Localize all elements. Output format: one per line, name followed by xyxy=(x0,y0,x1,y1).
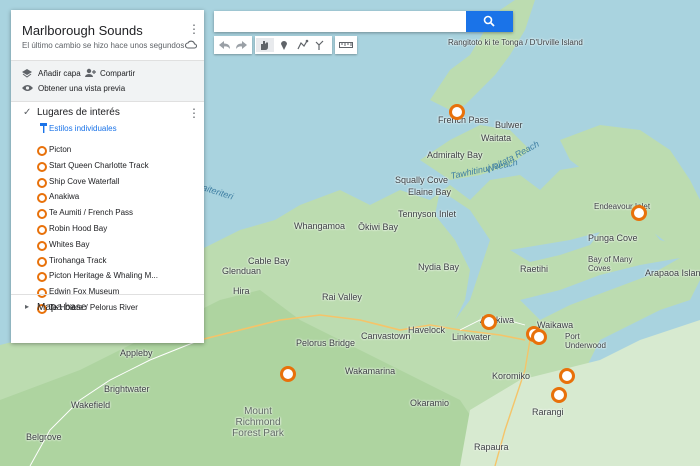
cloud-saved-icon xyxy=(185,40,197,49)
map-label-canvastown: Canvastown xyxy=(361,331,411,341)
basemap-toggle[interactable]: Mapa base xyxy=(37,302,86,313)
map-label-hira: Hira xyxy=(233,286,250,296)
basemap-expand-icon[interactable]: ▸ xyxy=(25,302,29,311)
map-label-arapaoa-island: Arapaoa Island xyxy=(645,268,700,278)
map-label-havelock: Havelock xyxy=(408,325,446,335)
place-list-item[interactable]: Ship Cove Waterfall xyxy=(49,177,119,186)
redo-icon[interactable] xyxy=(236,41,247,49)
add-person-icon xyxy=(85,68,96,77)
place-marker-icon xyxy=(37,193,47,204)
map-label-rapaura: Rapaura xyxy=(474,442,509,452)
marker-ship-cove[interactable] xyxy=(631,205,647,221)
map-label-belgrove: Belgrove xyxy=(26,432,62,442)
map-toolbar xyxy=(214,36,357,54)
map-label-punga-cove: Punga Cove xyxy=(588,233,638,243)
place-marker-icon xyxy=(37,161,47,172)
map-label-port-underwood: Port Underwood xyxy=(565,332,606,350)
place-marker-icon xyxy=(37,209,47,220)
marker-pelorus-river[interactable] xyxy=(280,366,296,382)
map-label-linkwater: Linkwater xyxy=(452,332,491,342)
divider xyxy=(11,294,204,295)
place-marker-icon xyxy=(37,146,47,156)
map-label-wakamarina: Wakamarina xyxy=(345,366,396,376)
preview-button[interactable]: Obtener una vista previa xyxy=(38,84,125,93)
map-label-rai-valley: Rai Valley xyxy=(322,292,362,302)
place-list-item[interactable]: Te Aumiti / French Pass xyxy=(49,208,133,217)
place-marker-icon xyxy=(37,225,47,235)
marker-french-pass[interactable] xyxy=(449,104,465,120)
map-label-durville: Rangitoto ki te Tonga / D'Urville Island xyxy=(448,38,583,47)
last-change-status: El último cambio se hizo hace unos segun… xyxy=(22,41,185,50)
marker-rarangi[interactable] xyxy=(551,387,567,403)
share-button[interactable]: Compartir xyxy=(100,69,135,78)
search-button[interactable] xyxy=(466,11,513,32)
layer-options-kebab-icon[interactable]: ⋮ xyxy=(188,107,200,119)
map-label-koromiko: Koromiko xyxy=(492,371,531,381)
undo-redo-group xyxy=(214,36,252,54)
place-list-item[interactable]: Anakiwa xyxy=(49,192,79,201)
layer-checkbox[interactable]: ✓ xyxy=(23,108,32,118)
map-label-squally-cove: Squally Cove xyxy=(395,175,449,185)
eye-icon xyxy=(22,85,33,91)
marker-whites-bay[interactable] xyxy=(559,368,575,384)
marker-anakiwa[interactable] xyxy=(481,314,497,330)
ruler-tool[interactable] xyxy=(335,36,357,54)
map-label-admiralty-bay: Admiralty Bay xyxy=(427,150,483,160)
map-label-raetihi: Raetihi xyxy=(520,264,549,274)
layers-icon xyxy=(22,69,32,78)
map-label-appleby: Appleby xyxy=(120,348,153,358)
map-title[interactable]: Marlborough Sounds xyxy=(22,23,143,38)
place-marker-icon xyxy=(37,240,47,251)
map-label-glenduan: Glenduan xyxy=(222,266,262,276)
add-layer-button[interactable]: Añadir capa xyxy=(38,69,81,78)
place-list-item[interactable]: Tirohanga Track xyxy=(49,256,107,265)
map-layers-panel: Marlborough Sounds ⋮ El último cambio se… xyxy=(11,10,204,343)
map-label-wakefield: Wakefield xyxy=(71,400,111,410)
marker-picton[interactable] xyxy=(531,329,547,345)
marker-icon[interactable] xyxy=(280,41,287,50)
draw-tools-icons xyxy=(255,38,323,52)
map-label-cable-bay: Cable Bay xyxy=(248,256,290,266)
actions-band: Añadir capa Compartir Obtener una vista … xyxy=(11,60,204,102)
map-label-bulwer: Bulwer xyxy=(495,120,523,130)
map-label-waikawa: Waikawa xyxy=(537,320,574,330)
map-label-pelorus-bridge: Pelorus Bridge xyxy=(296,338,356,348)
map-label-okiwi-bay: Ōkiwi Bay xyxy=(358,222,399,232)
map-label-waitata: Waitata xyxy=(481,133,512,143)
directions-icon[interactable] xyxy=(315,40,323,50)
search-bar xyxy=(214,11,513,32)
map-label-whangamoa: Whangamoa xyxy=(294,221,346,231)
map-label-bay-of-many-coves: Bay of Many Coves xyxy=(588,255,633,273)
search-icon xyxy=(483,15,495,27)
search-input[interactable] xyxy=(214,11,466,32)
place-list-item[interactable]: Whites Bay xyxy=(49,240,89,249)
ruler-icon xyxy=(339,42,353,48)
undo-icon[interactable] xyxy=(219,41,230,49)
place-marker-icon xyxy=(37,177,47,188)
map-label-tennyson-inlet: Tennyson Inlet xyxy=(398,209,457,219)
draw-line-icon[interactable] xyxy=(296,39,308,50)
paint-roller-icon xyxy=(40,123,47,133)
place-marker-icon xyxy=(37,256,47,267)
place-list-item[interactable]: Picton Heritage & Whaling M... xyxy=(49,271,158,280)
map-label-elaine-bay: Elaine Bay xyxy=(408,187,452,197)
individual-styles-link[interactable]: Estilos individuales xyxy=(49,124,117,133)
map-label-rarangi: Rarangi xyxy=(532,407,564,417)
map-label-nydia-bay: Nydia Bay xyxy=(418,262,460,272)
undo-redo-icons xyxy=(219,41,247,49)
draw-tools-group xyxy=(255,36,332,54)
map-label-mount-richmond: Mount Richmond Forest Park xyxy=(232,406,284,439)
place-list-item[interactable]: Picton xyxy=(49,145,71,154)
map-label-okaramio: Okaramio xyxy=(410,398,450,408)
place-marker-icon xyxy=(37,272,47,283)
map-label-brightwater: Brightwater xyxy=(104,384,150,394)
map-options-kebab-icon[interactable]: ⋮ xyxy=(188,23,200,35)
place-list-item[interactable]: Start Queen Charlotte Track xyxy=(49,161,149,170)
place-list-item[interactable]: Robin Hood Bay xyxy=(49,224,107,233)
layer-name[interactable]: Lugares de interés xyxy=(37,107,120,118)
